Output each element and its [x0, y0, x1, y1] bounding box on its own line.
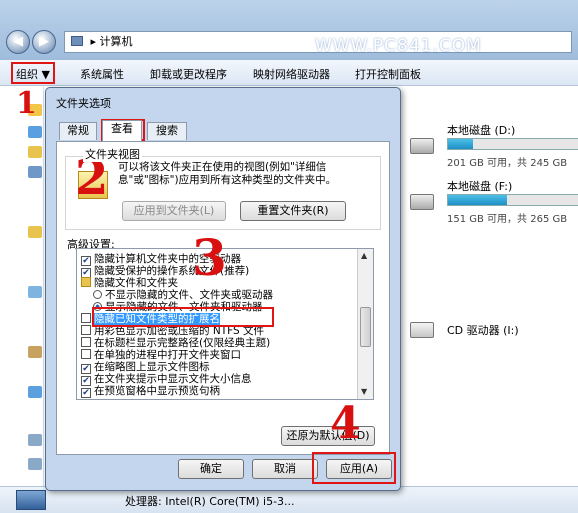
annotation-box-apply: [312, 452, 396, 484]
hard-drive-icon: [410, 138, 434, 154]
breadcrumb-separator-icon: ▸: [90, 35, 100, 48]
drive-name: 本地磁盘 (F:): [447, 180, 513, 193]
setting-label: 隐藏文件和文件夹: [94, 277, 178, 289]
library-icon[interactable]: [28, 226, 42, 238]
folder-view-description: 可以将该文件夹正在使用的视图(例如"详细信息"或"图标")应用到所有这种类型的文…: [118, 161, 337, 186]
folder-icon[interactable]: [28, 146, 42, 158]
checkbox[interactable]: [81, 349, 91, 359]
documents-icon[interactable]: [28, 286, 42, 298]
ok-button[interactable]: 确定: [178, 459, 244, 479]
scroll-down-icon[interactable]: ▼: [361, 387, 367, 396]
watermark: WWW.PC841.COM: [315, 36, 482, 56]
radio-button[interactable]: [93, 290, 102, 299]
command-bar: 组织 ▼ 系统属性 卸载或更改程序 映射网络驱动器 打开控制面板: [0, 60, 578, 86]
setting-label: 在预览窗格中显示预览句柄: [94, 385, 220, 397]
dialog-title: 文件夹选项: [56, 97, 111, 110]
forward-button[interactable]: ▶: [32, 30, 56, 54]
cancel-button[interactable]: 取消: [252, 459, 318, 479]
drive-size: 201 GB 可用，共 245 GB: [447, 158, 568, 169]
folder-view-group: 可以将该文件夹正在使用的视图(例如"详细信息"或"图标")应用到所有这种类型的文…: [65, 156, 381, 230]
drive-name: 本地磁盘 (D:): [447, 124, 516, 137]
homegroup-icon[interactable]: [28, 386, 42, 398]
tab-view[interactable]: 查看: [102, 120, 142, 141]
address-path: 计算机: [99, 35, 133, 48]
computer-nav-icon[interactable]: [28, 434, 42, 446]
restore-defaults-button[interactable]: 还原为默认值(D): [281, 426, 375, 446]
checkbox[interactable]: ✔: [81, 388, 91, 398]
drive-size: 151 GB 可用，共 265 GB: [447, 214, 568, 225]
setting-label: 在标题栏显示完整路径(仅限经典主题): [94, 337, 271, 349]
annotation-number: 4: [330, 398, 361, 449]
drive-usage-bar: [447, 138, 578, 150]
back-button[interactable]: ◀: [6, 30, 30, 54]
cd-drive-icon: [410, 322, 434, 338]
system-properties-button[interactable]: 系统属性: [80, 66, 124, 82]
checkbox[interactable]: [81, 313, 91, 323]
drive-usage-bar: [447, 194, 578, 206]
desktop-icon[interactable]: [28, 166, 42, 178]
processor-info: 处理器: Intel(R) Core(TM) i5-3...: [125, 495, 295, 508]
folder-icon: [81, 277, 91, 287]
cloud-icon[interactable]: [28, 126, 42, 138]
setting-label: 不显示隐藏的文件、文件夹或驱动器: [105, 289, 273, 301]
checkbox[interactable]: [81, 325, 91, 335]
annotation-number: 3: [192, 228, 227, 287]
navigation-pane: [0, 86, 44, 513]
reset-folders-button[interactable]: 重置文件夹(R): [240, 201, 346, 221]
annotation-box-hide-extensions: [92, 307, 274, 327]
checkbox[interactable]: [81, 337, 91, 347]
setting-label: 在缩略图上显示文件图标: [94, 361, 210, 373]
uninstall-program-button[interactable]: 卸载或更改程序: [150, 66, 227, 82]
setting-label: 在单独的进程中打开文件夹窗口: [94, 349, 241, 361]
settings-scrollbar[interactable]: ▲ ▼: [357, 249, 373, 399]
drives-pane: 本地磁盘 (D:) 201 GB 可用，共 245 GB 本地磁盘 (F:) 1…: [400, 86, 578, 486]
annotation-box-organize: [11, 62, 55, 84]
computer-icon: [71, 36, 83, 46]
setting-label: 在文件夹提示中显示文件大小信息: [94, 373, 252, 385]
setting-row[interactable]: ✔ 在预览窗格中显示预览句柄: [81, 385, 220, 398]
tab-search[interactable]: 搜索: [147, 122, 187, 140]
drive-nav-icon[interactable]: [28, 458, 42, 470]
hard-drive-icon: [410, 194, 434, 210]
music-icon[interactable]: [28, 346, 42, 358]
map-network-drive-button[interactable]: 映射网络驱动器: [253, 66, 330, 82]
open-control-panel-button[interactable]: 打开控制面板: [355, 66, 421, 82]
apply-to-folders-button[interactable]: 应用到文件夹(L): [122, 201, 226, 221]
tab-general[interactable]: 常规: [59, 122, 97, 140]
folder-view-label: 文件夹视图: [83, 146, 142, 162]
drive-name: CD 驱动器 (I:): [447, 324, 519, 337]
computer-large-icon: [16, 490, 46, 510]
annotation-number: 1: [16, 86, 37, 121]
scrollbar-thumb[interactable]: [360, 307, 371, 347]
scroll-up-icon[interactable]: ▲: [361, 251, 367, 260]
explorer-title-bar: ◀ ▶ ▸ 计算机 WWW.PC841.COM: [0, 0, 578, 60]
